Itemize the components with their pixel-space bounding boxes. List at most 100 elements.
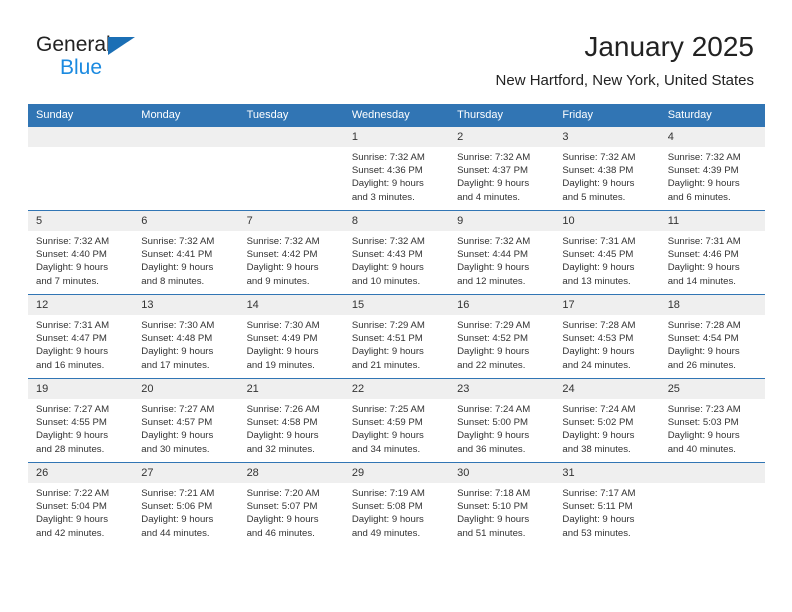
sunset-time: Sunset: 4:44 PM: [457, 249, 529, 261]
calendar-day-cell[interactable]: 24 Sunrise: 7:24 AM Sunset: 5:02 PM Dayligh…: [554, 378, 660, 463]
calendar-day-cell[interactable]: 23 Sunrise: 7:24 AM Sunset: 5:00 PM Dayligh…: [449, 378, 555, 463]
day-details: Sunrise: 7:31 AM Sunset: 4:47 PM Daylight:…: [28, 315, 133, 372]
day-number: 28: [238, 463, 344, 483]
day-details: Sunrise: 7:23 AM Sunset: 5:03 PM Daylight:…: [660, 399, 765, 456]
daylight-line2: and 26 minutes.: [667, 359, 736, 371]
calendar-day-cell[interactable]: 4 Sunrise: 7:32 AM Sunset: 4:39 PM Daylight…: [659, 127, 765, 211]
calendar-day-cell[interactable]: 27 Sunrise: 7:21 AM Sunset: 5:06 PM Dayligh…: [133, 462, 239, 546]
day-number: 1: [343, 127, 450, 147]
day-number: 5: [28, 211, 134, 231]
weekday-header-tuesday: Tuesday: [238, 104, 344, 127]
day-details: Sunrise: 7:28 AM Sunset: 4:53 PM Daylight:…: [554, 315, 659, 372]
day-number: [28, 127, 134, 147]
weekday-header-thursday: Thursday: [449, 104, 555, 127]
sunrise-time: Sunrise: 7:32 AM: [562, 152, 636, 163]
daylight-line2: and 9 minutes.: [246, 275, 310, 287]
calendar-day-cell[interactable]: 13 Sunrise: 7:30 AM Sunset: 4:48 PM Dayligh…: [133, 294, 239, 379]
day-number: 20: [133, 379, 239, 399]
day-details: Sunrise: 7:32 AM Sunset: 4:39 PM Daylight:…: [660, 147, 765, 204]
daylight-line1: Daylight: 9 hours: [246, 262, 319, 274]
sunset-time: Sunset: 5:00 PM: [457, 417, 529, 429]
sunrise-time: Sunrise: 7:22 AM: [36, 488, 110, 499]
calendar-day-cell[interactable]: 16 Sunrise: 7:29 AM Sunset: 4:52 PM Dayligh…: [449, 294, 555, 379]
calendar-day-cell[interactable]: 17 Sunrise: 7:28 AM Sunset: 4:53 PM Dayligh…: [554, 294, 660, 379]
sunset-time: Sunset: 4:58 PM: [246, 417, 318, 429]
day-details: Sunrise: 7:32 AM Sunset: 4:43 PM Daylight:…: [344, 231, 449, 288]
sunrise-time: Sunrise: 7:21 AM: [141, 488, 215, 499]
sunrise-time: Sunrise: 7:32 AM: [36, 236, 110, 247]
calendar-day-cell[interactable]: 25 Sunrise: 7:23 AM Sunset: 5:03 PM Dayligh…: [659, 378, 765, 463]
calendar-day-cell[interactable]: 14 Sunrise: 7:30 AM Sunset: 4:49 PM Dayligh…: [238, 294, 344, 379]
daylight-line1: Daylight: 9 hours: [351, 262, 424, 274]
sunset-time: Sunset: 4:48 PM: [141, 333, 213, 345]
calendar-day-cell[interactable]: 15 Sunrise: 7:29 AM Sunset: 4:51 PM Dayligh…: [343, 294, 450, 379]
page-title: January 2025: [584, 31, 754, 62]
day-number: 8: [343, 211, 450, 231]
calendar-day-cell[interactable]: 26 Sunrise: 7:22 AM Sunset: 5:04 PM Dayligh…: [28, 462, 134, 546]
calendar-day-cell[interactable]: 6 Sunrise: 7:32 AM Sunset: 4:41 PM Daylight…: [133, 210, 239, 295]
daylight-line1: Daylight: 9 hours: [36, 346, 108, 358]
day-details: Sunrise: 7:19 AM Sunset: 5:08 PM Daylight:…: [344, 483, 449, 540]
calendar-day-cell[interactable]: 9 Sunrise: 7:32 AM Sunset: 4:44 PM Daylight…: [449, 210, 555, 295]
sunset-time: Sunset: 4:36 PM: [351, 165, 423, 177]
calendar-day-cell[interactable]: 19 Sunrise: 7:27 AM Sunset: 4:55 PM Dayligh…: [28, 378, 134, 463]
calendar-day-cell[interactable]: 21 Sunrise: 7:26 AM Sunset: 4:58 PM Dayligh…: [238, 378, 344, 463]
calendar-day-cell[interactable]: 8 Sunrise: 7:32 AM Sunset: 4:43 PM Daylight…: [343, 210, 450, 295]
calendar-day-cell[interactable]: 20 Sunrise: 7:27 AM Sunset: 4:57 PM Dayligh…: [133, 378, 239, 463]
daylight-line2: and 8 minutes.: [141, 275, 205, 287]
sunrise-time: Sunrise: 7:29 AM: [351, 320, 425, 331]
calendar-day-cell[interactable]: 7 Sunrise: 7:32 AM Sunset: 4:42 PM Daylight…: [238, 210, 344, 295]
daylight-line2: and 40 minutes.: [667, 443, 736, 455]
weekday-header-monday: Monday: [133, 104, 239, 127]
day-number: 11: [659, 211, 765, 231]
calendar-day-cell[interactable]: 22 Sunrise: 7:25 AM Sunset: 4:59 PM Dayligh…: [343, 378, 450, 463]
calendar-day-cell-empty: [133, 127, 239, 211]
day-details: Sunrise: 7:30 AM Sunset: 4:49 PM Daylight:…: [239, 315, 344, 372]
daylight-line1: Daylight: 9 hours: [667, 178, 740, 190]
daylight-line2: and 22 minutes.: [457, 359, 526, 371]
daylight-line2: and 4 minutes.: [457, 191, 521, 203]
day-number: 6: [133, 211, 239, 231]
day-details: Sunrise: 7:22 AM Sunset: 5:04 PM Daylight:…: [28, 483, 133, 540]
calendar-day-cell[interactable]: 30 Sunrise: 7:18 AM Sunset: 5:10 PM Dayligh…: [449, 462, 555, 546]
day-number: 7: [238, 211, 344, 231]
day-details: Sunrise: 7:27 AM Sunset: 4:55 PM Daylight:…: [28, 399, 133, 456]
daylight-line2: and 17 minutes.: [141, 359, 210, 371]
sunset-time: Sunset: 4:51 PM: [351, 333, 423, 345]
daylight-line1: Daylight: 9 hours: [246, 346, 319, 358]
sunset-time: Sunset: 4:39 PM: [667, 165, 739, 177]
sunrise-time: Sunrise: 7:32 AM: [246, 236, 320, 247]
calendar-day-cell[interactable]: 12 Sunrise: 7:31 AM Sunset: 4:47 PM Dayligh…: [28, 294, 134, 379]
calendar-day-cell[interactable]: 11 Sunrise: 7:31 AM Sunset: 4:46 PM Dayligh…: [659, 210, 765, 295]
daylight-line1: Daylight: 9 hours: [667, 262, 740, 274]
general-blue-logo[interactable]: General Blue: [36, 33, 176, 83]
daylight-line2: and 13 minutes.: [562, 275, 631, 287]
sunrise-time: Sunrise: 7:28 AM: [667, 320, 741, 331]
daylight-line2: and 49 minutes.: [351, 527, 421, 539]
calendar-day-cell[interactable]: 28 Sunrise: 7:20 AM Sunset: 5:07 PM Dayligh…: [238, 462, 344, 546]
calendar-day-cell[interactable]: 10 Sunrise: 7:31 AM Sunset: 4:45 PM Dayligh…: [554, 210, 660, 295]
day-number: 14: [238, 295, 344, 315]
day-details: Sunrise: 7:18 AM Sunset: 5:10 PM Daylight:…: [449, 483, 554, 540]
day-details: Sunrise: 7:28 AM Sunset: 4:54 PM Daylight:…: [660, 315, 765, 372]
daylight-line2: and 6 minutes.: [667, 191, 731, 203]
calendar-day-cell[interactable]: 2 Sunrise: 7:32 AM Sunset: 4:37 PM Daylight…: [449, 127, 555, 211]
sunset-time: Sunset: 4:45 PM: [562, 249, 634, 261]
calendar-day-cell[interactable]: 31 Sunrise: 7:17 AM Sunset: 5:11 PM Dayligh…: [554, 462, 660, 546]
calendar-day-cell[interactable]: 1 Sunrise: 7:32 AM Sunset: 4:36 PM Daylight…: [343, 127, 450, 211]
sunrise-time: Sunrise: 7:30 AM: [141, 320, 215, 331]
daylight-line2: and 19 minutes.: [246, 359, 315, 371]
daylight-line2: and 5 minutes.: [562, 191, 626, 203]
sunrise-time: Sunrise: 7:32 AM: [667, 152, 741, 163]
daylight-line2: and 30 minutes.: [141, 443, 210, 455]
day-number: 26: [28, 463, 134, 483]
calendar-day-cell[interactable]: 5 Sunrise: 7:32 AM Sunset: 4:40 PM Daylight…: [28, 210, 134, 295]
sunrise-time: Sunrise: 7:28 AM: [562, 320, 636, 331]
daylight-line1: Daylight: 9 hours: [457, 262, 530, 274]
day-number: 25: [659, 379, 765, 399]
calendar-day-cell[interactable]: 18 Sunrise: 7:28 AM Sunset: 4:54 PM Dayligh…: [659, 294, 765, 379]
calendar-day-cell[interactable]: 29 Sunrise: 7:19 AM Sunset: 5:08 PM Dayligh…: [343, 462, 450, 546]
sunrise-time: Sunrise: 7:20 AM: [246, 488, 320, 499]
calendar-day-cell[interactable]: 3 Sunrise: 7:32 AM Sunset: 4:38 PM Daylight…: [554, 127, 660, 211]
day-number: 22: [343, 379, 450, 399]
